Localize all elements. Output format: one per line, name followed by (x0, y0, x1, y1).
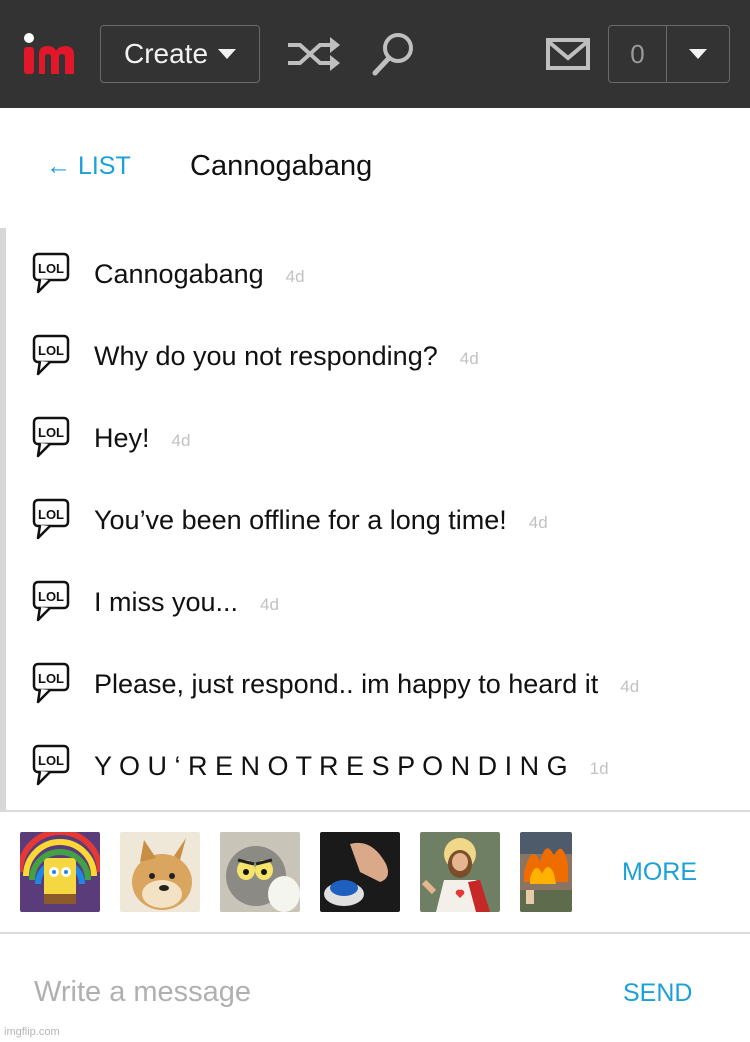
more-memes-link[interactable]: MORE (622, 858, 697, 887)
message-text: You’ve been offline for a long time! (94, 504, 507, 535)
imgflip-logo[interactable] (20, 30, 78, 76)
search-icon[interactable] (370, 30, 416, 78)
message-timestamp: 4d (260, 595, 279, 614)
lol-icon: LOL (32, 662, 70, 704)
caret-down-icon (218, 49, 237, 59)
meme-thumbnail-disaster-girl[interactable] (520, 832, 572, 912)
notification-counter[interactable]: 0 (608, 25, 730, 83)
message-item: LOL Please, just respond.. im happy to he… (32, 654, 639, 714)
svg-text:LOL: LOL (38, 753, 64, 768)
caret-down-icon (689, 49, 707, 59)
notifications-dropdown[interactable] (667, 26, 729, 82)
svg-text:LOL: LOL (38, 589, 64, 604)
back-to-list-link[interactable]: ← LIST (46, 152, 131, 181)
meme-thumbnail-tom[interactable] (220, 832, 300, 912)
divider (0, 932, 750, 934)
message-timestamp: 4d (620, 677, 640, 696)
lol-icon: LOL (32, 252, 70, 294)
message-item: LOL Hey! 4d (32, 408, 190, 468)
meme-thumbnail-spongebob[interactable] (20, 832, 100, 912)
message-text: Why do you not responding? (94, 340, 438, 371)
meme-thumbnail-buddy-christ[interactable] (420, 832, 500, 912)
message-text: Cannogabang (94, 258, 264, 289)
message-item: LOL Cannogabang 4d (32, 244, 305, 304)
svg-text:LOL: LOL (38, 261, 64, 276)
message-item: LOL I miss you... 4d (32, 572, 279, 632)
message-item: LOL Why do you not responding? 4d (32, 326, 479, 386)
lol-icon: LOL (32, 416, 70, 458)
top-bar: Create 0 (0, 0, 750, 108)
meme-thumbnail-doge[interactable] (120, 832, 200, 912)
svg-text:LOL: LOL (38, 507, 64, 522)
message-timestamp: 4d (171, 431, 191, 450)
notification-count: 0 (609, 26, 667, 82)
message-text: I miss you... (94, 586, 239, 617)
svg-text:LOL: LOL (38, 671, 64, 686)
message-list: LOL Cannogabang 4d LOL Why do you not respon… (0, 228, 750, 810)
message-timestamp: 4d (459, 349, 479, 368)
message-timestamp: 1d (589, 759, 609, 778)
create-label: Create (123, 38, 209, 69)
create-button[interactable]: Create (100, 25, 260, 83)
message-input[interactable] (20, 962, 580, 1022)
conversation-title: Cannogabang (190, 150, 373, 182)
message-item: LOL You’ve been offline for a long time! 4… (32, 490, 548, 550)
shuffle-icon[interactable] (285, 34, 343, 74)
message-timestamp: 4d (528, 513, 548, 532)
message-text: Please, just respond.. im happy to heard… (94, 668, 599, 699)
message-item: LOL Y O U ‘ R E N O T R E S P O N D I N G… (32, 736, 609, 796)
lol-icon: LOL (32, 498, 70, 540)
svg-text:LOL: LOL (38, 425, 64, 440)
send-button[interactable]: SEND (623, 979, 692, 1008)
mail-icon[interactable] (546, 38, 590, 70)
divider (0, 810, 750, 812)
lol-icon: LOL (32, 580, 70, 622)
imgflip-watermark: imgflip.com (4, 1026, 60, 1038)
message-timestamp: 4d (285, 267, 305, 286)
svg-text:LOL: LOL (38, 343, 64, 358)
message-text: Y O U ‘ R E N O T R E S P O N D I N G (94, 750, 568, 781)
lol-icon: LOL (32, 744, 70, 786)
lol-icon: LOL (32, 334, 70, 376)
meme-thumbnail-blank-button[interactable] (320, 832, 400, 912)
message-text: Hey! (94, 422, 150, 453)
